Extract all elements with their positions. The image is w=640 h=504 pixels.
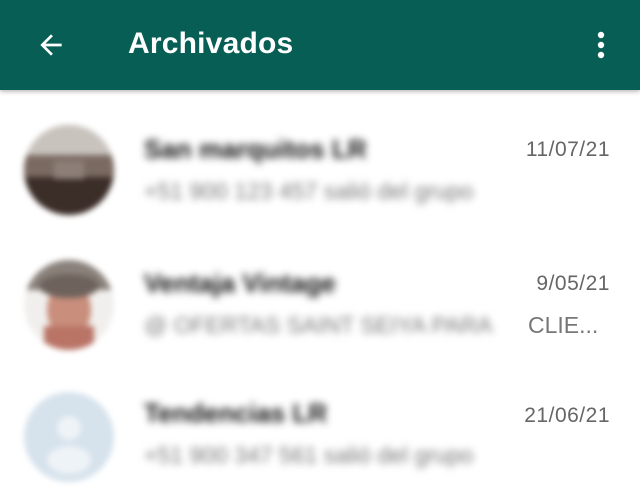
back-button[interactable]: [30, 24, 72, 66]
chat-name: Ventaja Vintage: [144, 268, 336, 298]
overflow-menu-button[interactable]: [584, 24, 618, 66]
chat-date: 11/07/21: [525, 138, 610, 161]
chat-row[interactable]: Ventaja Vintage @ OFERTAS SAINT SEIYA PA…: [0, 224, 640, 358]
more-vertical-icon: [597, 31, 605, 59]
chat-row[interactable]: Tendencias LR +51 900 347 561 salió del …: [0, 358, 640, 492]
chat-date: 21/06/21: [524, 404, 610, 427]
chat-avatar: [24, 260, 114, 350]
chat-avatar: [24, 125, 114, 215]
chat-name: Tendencias LR: [144, 398, 328, 428]
chat-avatar: [24, 392, 114, 482]
default-group-avatar: [24, 392, 114, 482]
chat-last-message: +51 900 123 457 salió del grupo: [144, 178, 474, 204]
archived-chat-list: San marquitos LR +51 900 123 457 salió d…: [0, 90, 640, 504]
page-title: Archivados: [128, 27, 294, 60]
chat-last-message: @ OFERTAS SAINT SEIYA PARA: [144, 312, 493, 338]
group-photo-avatar: [24, 125, 114, 215]
chat-last-message-tail: CLIE...: [528, 312, 599, 338]
chat-last-message: +51 900 347 561 salió del grupo: [144, 442, 474, 468]
chat-date: 9/05/21: [536, 272, 610, 295]
group-photo-avatar: [24, 260, 114, 350]
chat-name: San marquitos LR: [144, 134, 367, 164]
top-app-bar: Archivados: [0, 0, 640, 90]
arrow-left-icon: [40, 34, 62, 56]
chat-row[interactable]: San marquitos LR +51 900 123 457 salió d…: [0, 90, 640, 224]
